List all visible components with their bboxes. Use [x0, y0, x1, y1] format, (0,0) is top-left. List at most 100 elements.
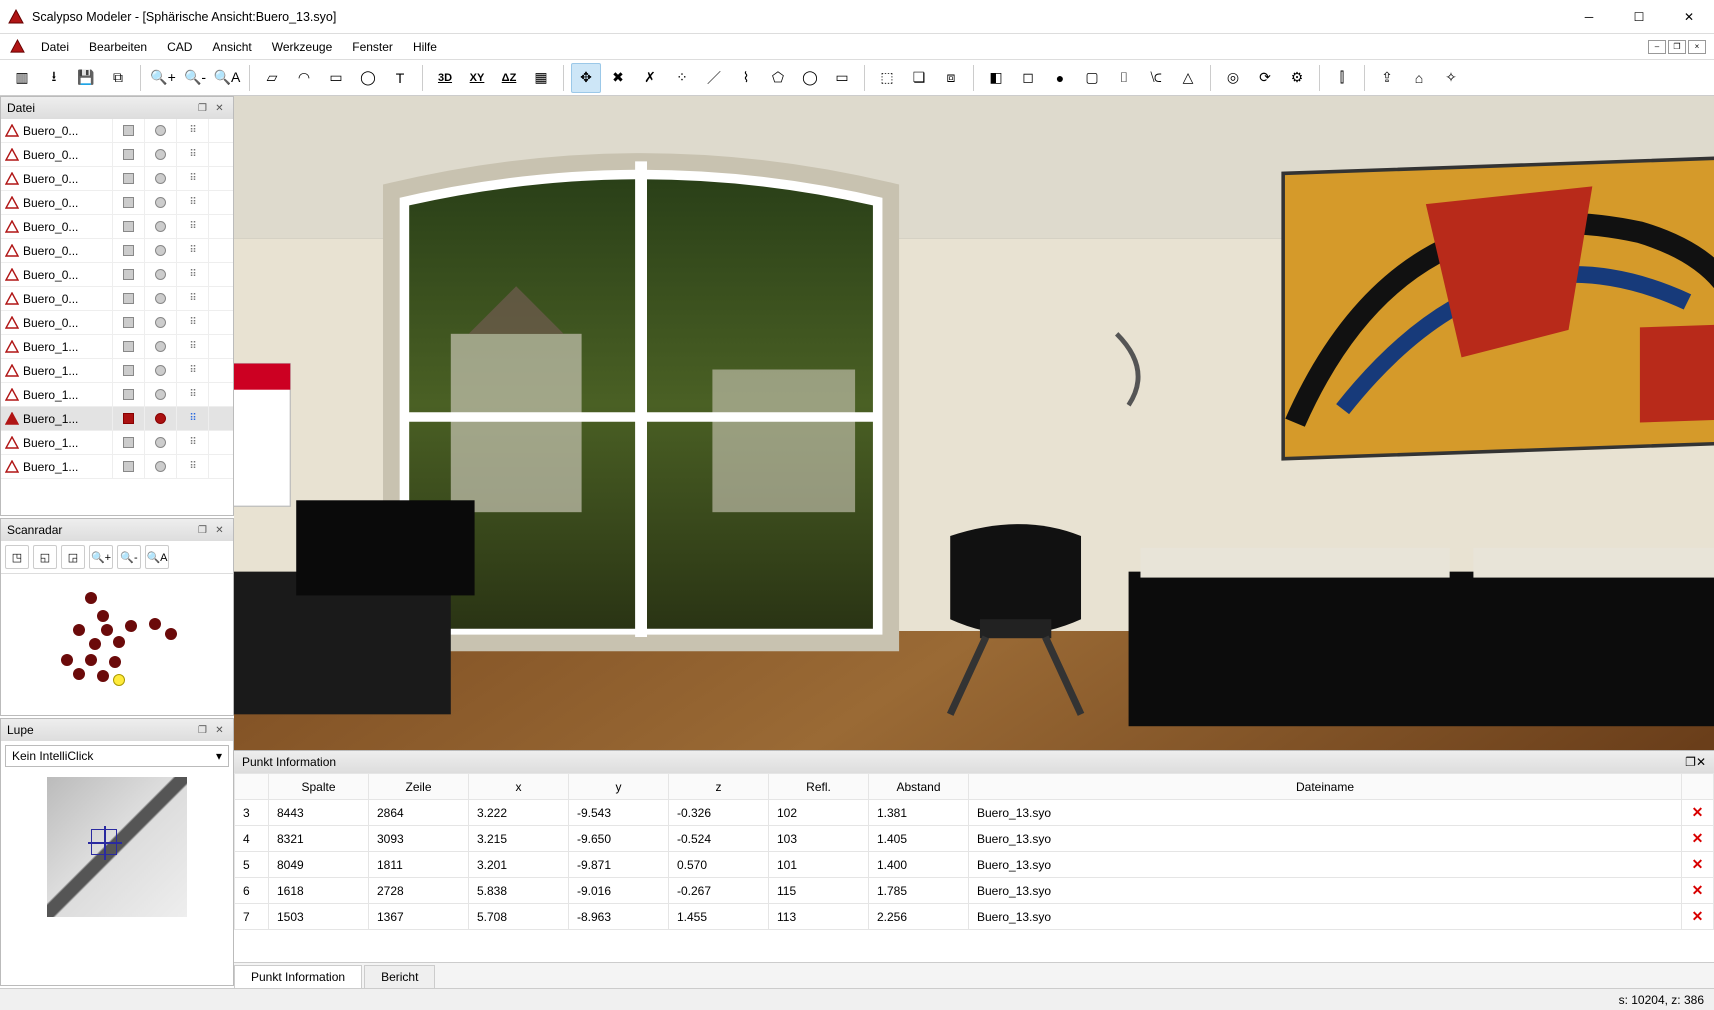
points-toggle-icon[interactable]: ⠿ — [189, 389, 195, 400]
table-row[interactable]: 3844328643.222-9.543-0.3261021.381Buero_… — [235, 800, 1714, 826]
menu-hilfe[interactable]: Hilfe — [403, 36, 447, 58]
color-toggle-icon[interactable] — [155, 389, 166, 400]
visibility-toggle-icon[interactable] — [123, 293, 134, 304]
punkt-table[interactable]: SpalteZeilexyzRefl.AbstandDateiname 3844… — [234, 773, 1714, 930]
view-3d-button[interactable]: 3D — [430, 63, 460, 93]
delete-row-button[interactable]: ✕ — [1690, 804, 1705, 821]
menu-ansicht[interactable]: Ansicht — [202, 36, 261, 58]
scanradar-canvas[interactable] — [1, 574, 233, 704]
points-toggle-icon[interactable]: ⠿ — [189, 149, 195, 160]
points-toggle-icon[interactable]: ⠿ — [189, 293, 195, 304]
file-row[interactable]: Buero_0...⠿ — [1, 239, 233, 263]
points-toggle-icon[interactable]: ⠿ — [189, 365, 195, 376]
datei-panel-header[interactable]: Datei ❐ ✕ — [1, 97, 233, 119]
rect-tool-button[interactable]: ▭ — [827, 63, 857, 93]
snap-cross-button[interactable]: ✖ — [603, 63, 633, 93]
intelliclick-select[interactable]: Kein IntelliClick ▾ — [5, 745, 229, 767]
points-toggle-icon[interactable]: ⠿ — [189, 317, 195, 328]
zoom-out-button[interactable]: 🔍- — [117, 545, 141, 569]
close-icon[interactable]: ✕ — [212, 723, 227, 738]
column-header[interactable]: y — [569, 774, 669, 800]
visibility-toggle-icon[interactable] — [123, 269, 134, 280]
scan-position-dot[interactable] — [125, 620, 137, 632]
visibility-toggle-icon[interactable] — [123, 125, 134, 136]
window-minimize-button[interactable]: ─ — [1564, 0, 1614, 33]
zoom-fit-button[interactable]: 🔍A — [212, 63, 242, 93]
points-toggle-icon[interactable]: ⠿ — [189, 437, 195, 448]
column-header[interactable]: Zeile — [369, 774, 469, 800]
view-dz-button[interactable]: ΔZ — [494, 63, 524, 93]
color-toggle-icon[interactable] — [155, 293, 166, 304]
file-row[interactable]: Buero_1...⠿ — [1, 335, 233, 359]
points-toggle-icon[interactable]: ⠿ — [189, 461, 195, 472]
visibility-toggle-icon[interactable] — [123, 221, 134, 232]
file-row[interactable]: Buero_0...⠿ — [1, 119, 233, 143]
delete-row-button[interactable]: ✕ — [1690, 830, 1705, 847]
scan-position-dot[interactable] — [165, 628, 177, 640]
scan-position-dot[interactable] — [109, 656, 121, 668]
menu-fenster[interactable]: Fenster — [342, 36, 403, 58]
zoom-in-button[interactable]: 🔍+ — [89, 545, 113, 569]
file-row[interactable]: Buero_1...⠿ — [1, 359, 233, 383]
color-toggle-icon[interactable] — [155, 317, 166, 328]
menu-datei[interactable]: Datei — [31, 36, 79, 58]
points-toggle-icon[interactable]: ⠿ — [189, 413, 195, 424]
file-row[interactable]: Buero_1...⠿ — [1, 431, 233, 455]
register-tool-button[interactable]: ⧈ — [936, 63, 966, 93]
snap-x-button[interactable]: ✗ — [635, 63, 665, 93]
mdi-restore-button[interactable]: ❐ — [1668, 40, 1686, 54]
points-toggle-icon[interactable]: ⠿ — [189, 125, 195, 136]
visibility-toggle-icon[interactable] — [123, 317, 134, 328]
undock-icon[interactable]: ❐ — [195, 723, 210, 738]
color-toggle-icon[interactable] — [155, 341, 166, 352]
eraser-tool-button[interactable]: ◧ — [981, 63, 1011, 93]
snap-point-button[interactable]: ✥ — [571, 63, 601, 93]
polygon-tool-button[interactable]: ⬠ — [763, 63, 793, 93]
color-toggle-icon[interactable] — [155, 149, 166, 160]
column-header[interactable]: Dateiname — [969, 774, 1682, 800]
window-maximize-button[interactable]: ☐ — [1614, 0, 1664, 33]
scan-position-dot[interactable] — [97, 670, 109, 682]
magic-tool-button[interactable]: ✧ — [1436, 63, 1466, 93]
text-tool-button[interactable]: T — [385, 63, 415, 93]
save-file-button[interactable]: 💾 — [71, 63, 101, 93]
undock-icon[interactable]: ❐ — [195, 101, 210, 116]
close-icon[interactable]: ✕ — [212, 523, 227, 538]
scan-position-dot[interactable] — [85, 592, 97, 604]
refresh-tool-button[interactable]: ⟳ — [1250, 63, 1280, 93]
visibility-toggle-icon[interactable] — [123, 413, 134, 424]
visibility-toggle-icon[interactable] — [123, 365, 134, 376]
line-tool-button[interactable]: ／ — [699, 63, 729, 93]
zoom-in-button[interactable]: 🔍+ — [148, 63, 178, 93]
column-header[interactable]: Abstand — [869, 774, 969, 800]
file-row[interactable]: Buero_0...⠿ — [1, 311, 233, 335]
file-row[interactable]: Buero_0...⠿ — [1, 215, 233, 239]
region-tool-button[interactable]: ⬚ — [872, 63, 902, 93]
scan-position-dot[interactable] — [73, 624, 85, 636]
box-tool-button[interactable]: ▢ — [1077, 63, 1107, 93]
select-poly-button[interactable]: ▱ — [257, 63, 287, 93]
punkt-information-header[interactable]: Punkt Information ❐ ✕ — [234, 751, 1714, 773]
polyline-tool-button[interactable]: ⌇ — [731, 63, 761, 93]
scan-position-dot[interactable] — [101, 624, 113, 636]
table-row[interactable]: 5804918113.201-9.8710.5701011.400Buero_1… — [235, 852, 1714, 878]
view-xy-button[interactable]: XY — [462, 63, 492, 93]
save-all-button[interactable]: ⧉ — [103, 63, 133, 93]
color-toggle-icon[interactable] — [155, 365, 166, 376]
close-icon[interactable]: ✕ — [1696, 755, 1706, 769]
export-tool-button[interactable]: ⇪ — [1372, 63, 1402, 93]
snap-dots-button[interactable]: ⁘ — [667, 63, 697, 93]
color-toggle-icon[interactable] — [155, 269, 166, 280]
points-toggle-icon[interactable]: ⠿ — [189, 197, 195, 208]
scan-position-dot[interactable] — [149, 618, 161, 630]
close-icon[interactable]: ✕ — [212, 101, 227, 116]
points-toggle-icon[interactable]: ⠿ — [189, 341, 195, 352]
file-row[interactable]: Buero_0...⠿ — [1, 263, 233, 287]
view-front-button[interactable]: ◱ — [33, 545, 57, 569]
column-header[interactable]: x — [469, 774, 569, 800]
points-toggle-icon[interactable]: ⠿ — [189, 245, 195, 256]
undock-icon[interactable]: ❐ — [195, 523, 210, 538]
cone-tool-button[interactable]: △ — [1173, 63, 1203, 93]
cube-tool-button[interactable]: ◻ — [1013, 63, 1043, 93]
scan-position-dot[interactable] — [97, 610, 109, 622]
